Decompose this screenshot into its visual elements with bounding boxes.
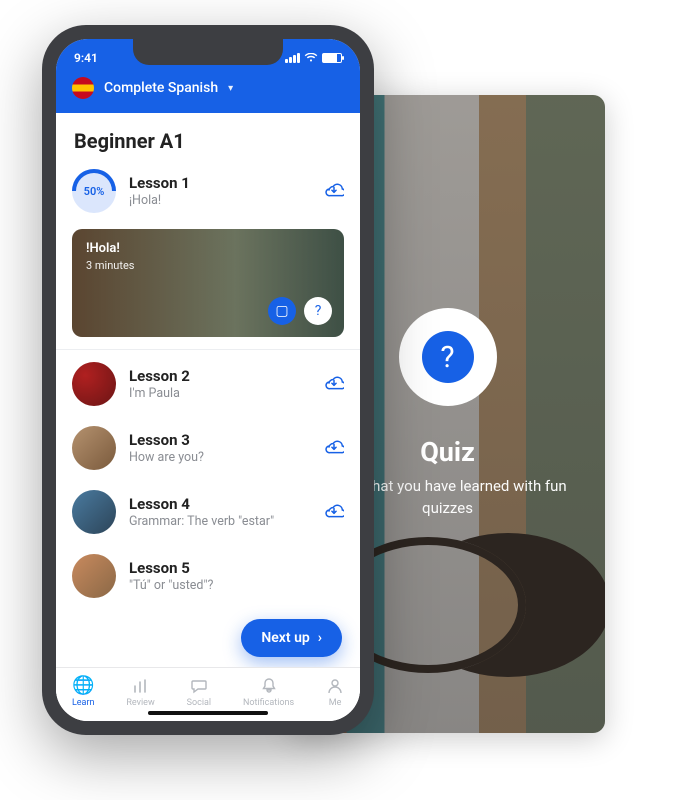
preview-title: !Hola! bbox=[86, 241, 330, 256]
question-mark-icon: ? bbox=[422, 331, 474, 383]
signal-icon bbox=[285, 53, 300, 63]
tab-me[interactable]: Me bbox=[326, 676, 344, 708]
lesson-title: Lesson 2 bbox=[129, 367, 311, 385]
lesson-row[interactable]: 50% Lesson 1 ¡Hola! bbox=[56, 163, 360, 223]
tab-label: Learn bbox=[72, 698, 95, 708]
lesson-subtitle: Grammar: The verb "estar" bbox=[129, 514, 311, 529]
tab-notifications[interactable]: Notifications bbox=[243, 676, 294, 708]
lesson-thumbnail bbox=[72, 362, 116, 406]
content-area: Beginner A1 50% Lesson 1 ¡Hola! !Hola! 3 bbox=[56, 113, 360, 721]
globe-icon: 🌐 bbox=[72, 676, 94, 696]
lesson-row[interactable]: Lesson 4 Grammar: The verb "estar" bbox=[56, 480, 360, 544]
user-icon bbox=[326, 676, 344, 696]
tab-social[interactable]: Social bbox=[187, 676, 211, 708]
lesson-title: Lesson 1 bbox=[129, 174, 311, 192]
progress-ring: 50% bbox=[72, 169, 116, 213]
divider bbox=[56, 349, 360, 350]
chat-icon bbox=[190, 676, 208, 696]
lesson-thumbnail bbox=[72, 490, 116, 534]
preview-action-primary[interactable]: ▢ bbox=[268, 297, 296, 325]
phone-notch bbox=[133, 39, 283, 65]
preview-action-secondary[interactable]: ? bbox=[304, 297, 332, 325]
lesson-subtitle: I'm Paula bbox=[129, 386, 311, 401]
lesson-title: Lesson 4 bbox=[129, 495, 311, 513]
chevron-down-icon: ▾ bbox=[228, 83, 233, 94]
status-icons bbox=[285, 53, 342, 63]
lesson-title: Lesson 5 bbox=[129, 559, 344, 577]
promo-icon-circle: ? bbox=[399, 308, 497, 406]
lesson-thumbnail bbox=[72, 426, 116, 470]
spain-flag-icon bbox=[72, 77, 94, 99]
chart-icon bbox=[132, 676, 150, 696]
download-icon[interactable] bbox=[324, 374, 344, 395]
next-up-button[interactable]: Next up › bbox=[241, 619, 342, 657]
lesson-row[interactable]: Lesson 2 I'm Paula bbox=[56, 352, 360, 416]
tab-label: Review bbox=[126, 698, 154, 708]
phone-screen: 9:41 Complete Spanish ▾ Beginner A1 50% bbox=[56, 39, 360, 721]
phone-frame: 9:41 Complete Spanish ▾ Beginner A1 50% bbox=[42, 25, 374, 735]
level-heading: Beginner A1 bbox=[56, 113, 360, 163]
progress-percent: 50% bbox=[84, 185, 105, 198]
lesson-subtitle: How are you? bbox=[129, 450, 311, 465]
lesson-thumbnail bbox=[72, 554, 116, 598]
promo-title: Quiz bbox=[420, 436, 475, 468]
lesson-row[interactable]: Lesson 3 How are you? bbox=[56, 416, 360, 480]
download-icon[interactable] bbox=[324, 502, 344, 523]
lesson-subtitle: ¡Hola! bbox=[129, 193, 311, 208]
lesson-title: Lesson 3 bbox=[129, 431, 311, 449]
course-name: Complete Spanish bbox=[104, 80, 218, 96]
next-up-label: Next up bbox=[261, 630, 309, 646]
tab-label: Me bbox=[329, 698, 342, 708]
lesson-subtitle: "Tú" or "usted"? bbox=[129, 578, 344, 593]
wifi-icon bbox=[304, 53, 318, 63]
course-selector[interactable]: Complete Spanish ▾ bbox=[56, 65, 360, 113]
tab-learn[interactable]: 🌐 Learn bbox=[72, 676, 95, 708]
home-indicator bbox=[148, 711, 268, 715]
lesson-row[interactable]: Lesson 5 "Tú" or "usted"? bbox=[56, 544, 360, 608]
status-time: 9:41 bbox=[74, 51, 98, 65]
chevron-right-icon: › bbox=[318, 630, 322, 646]
preview-duration: 3 minutes bbox=[86, 259, 330, 272]
battery-icon bbox=[322, 53, 342, 63]
tab-label: Social bbox=[187, 698, 211, 708]
tab-review[interactable]: Review bbox=[126, 676, 154, 708]
lesson-preview-card[interactable]: !Hola! 3 minutes ▢ ? bbox=[72, 229, 344, 337]
download-icon[interactable] bbox=[324, 181, 344, 202]
tab-label: Notifications bbox=[243, 698, 294, 708]
download-icon[interactable] bbox=[324, 438, 344, 459]
bell-icon bbox=[260, 676, 278, 696]
